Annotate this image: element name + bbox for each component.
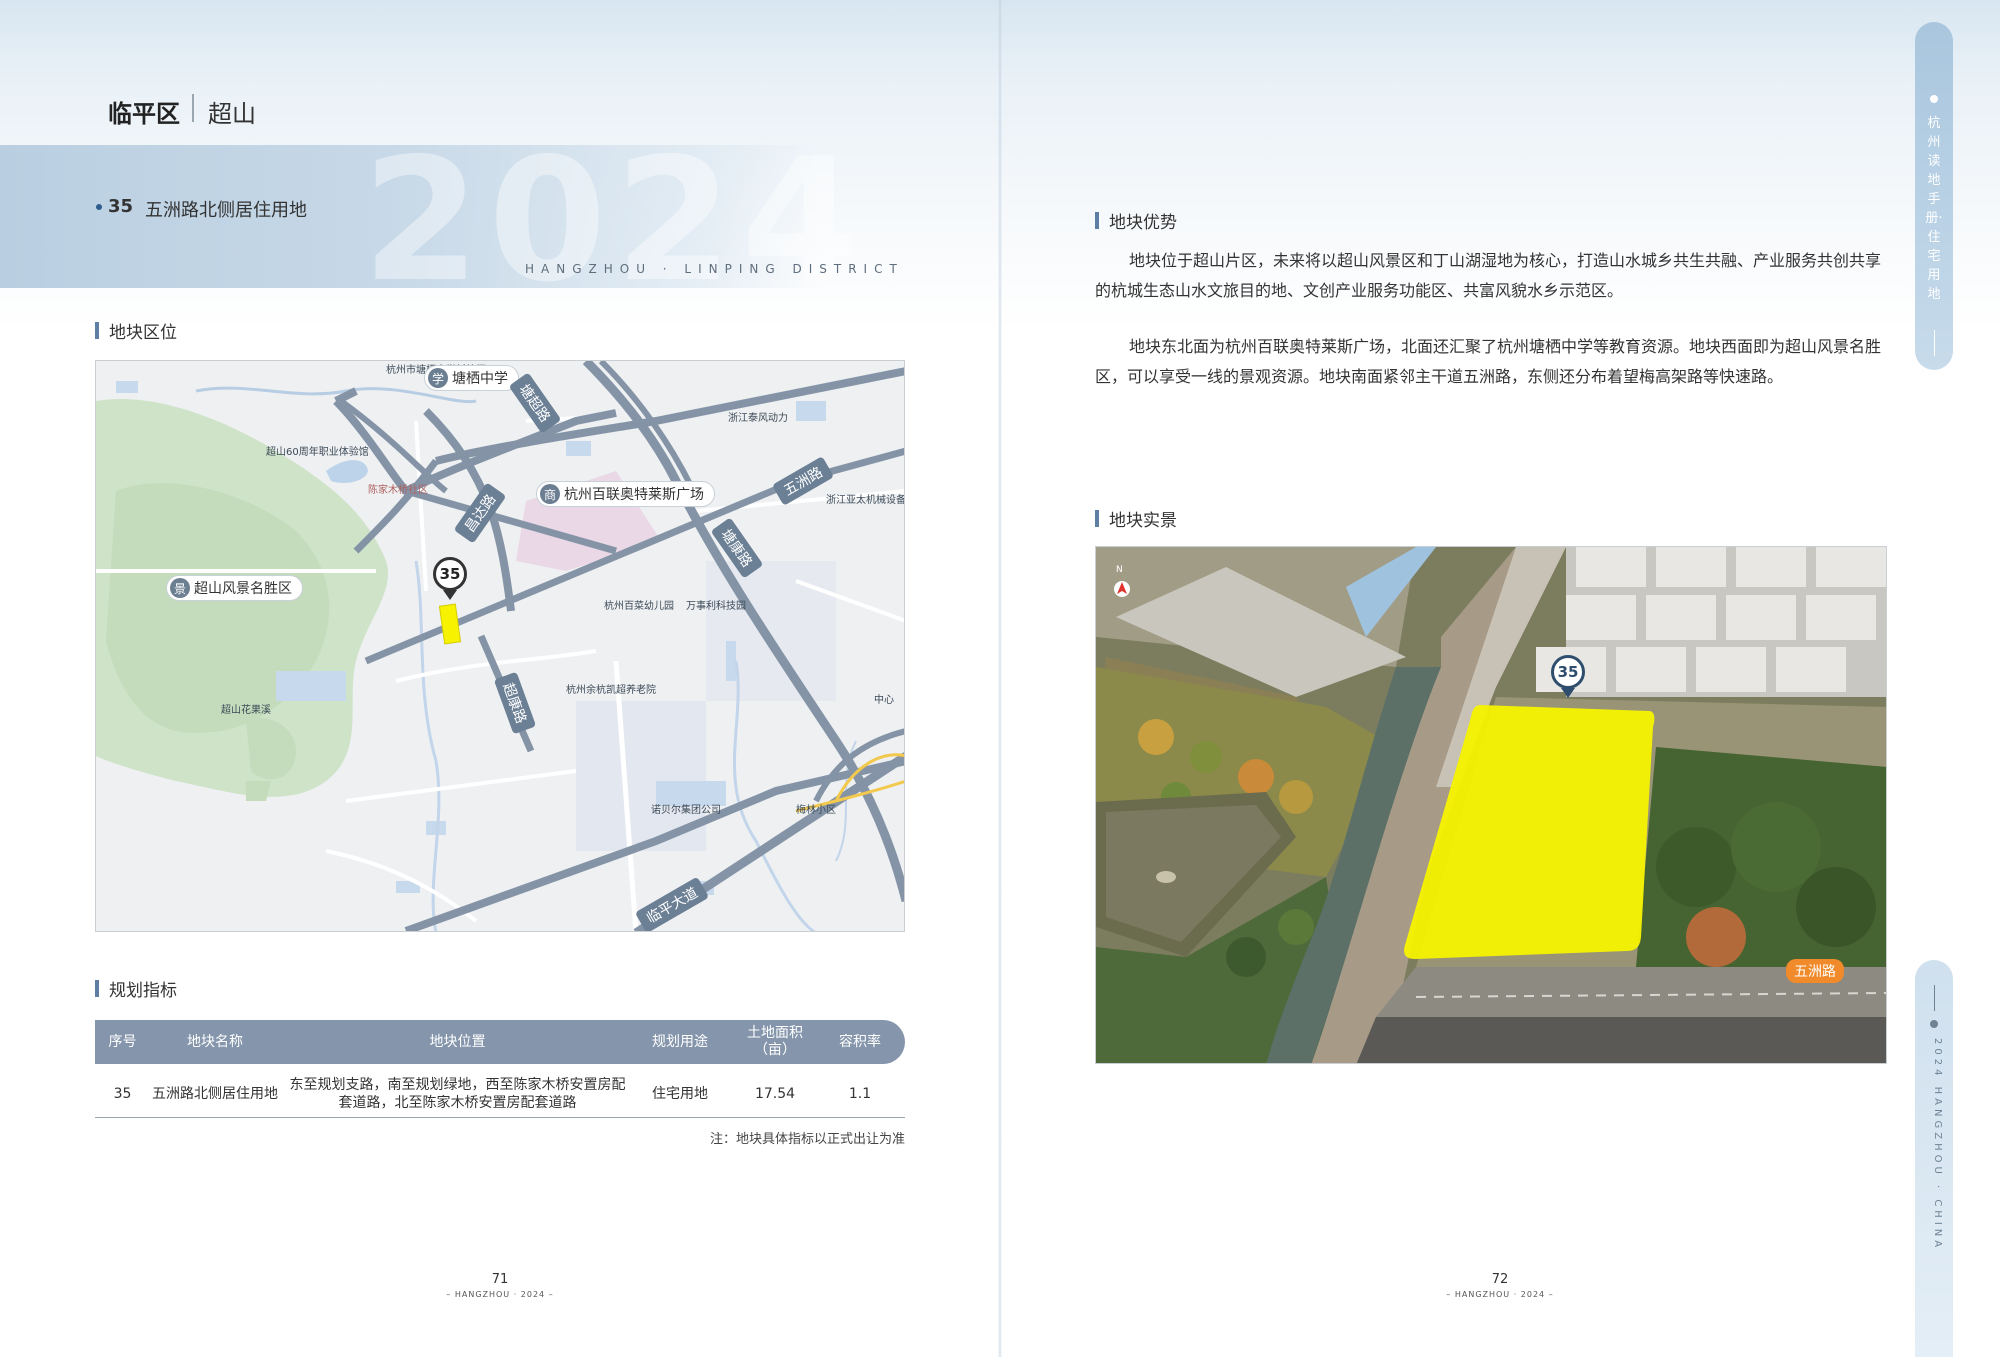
poi-label: 塘栖中学	[452, 371, 508, 387]
table-cell: 东至规划支路，南至规划绿地，西至陈家木桥安置房配套道路，北至陈家木桥安置房配套道…	[289, 1076, 626, 1111]
district-title: 临平区	[108, 100, 180, 128]
page-number-left: 71	[491, 1272, 509, 1287]
poi-label: 超山风景名胜区	[194, 581, 292, 597]
photo-lot-pin: 35	[1551, 655, 1585, 689]
map-label: 梅林小区	[796, 805, 836, 816]
section-title: 地块区位	[109, 323, 177, 343]
location-map: 杭州市塘栖中学新校区 超山60周年职业体验馆 陈家木桥社区 浙江泰风动力 浙江亚…	[95, 360, 905, 932]
title-divider	[192, 94, 194, 122]
section-bar-icon	[1095, 510, 1099, 527]
section-location: 地块区位	[95, 318, 177, 343]
poi-school[interactable]: 学 塘栖中学	[424, 365, 519, 391]
column-header: 容积率	[839, 1033, 881, 1050]
map-label: 诺贝尔集团公司	[651, 805, 721, 816]
banner-caption: HANGZHOU · LINPING DISTRICT	[525, 262, 904, 276]
school-icon: 学	[428, 368, 448, 388]
map-graphic	[96, 361, 904, 931]
section-advantages: 地块优势	[1095, 208, 1177, 233]
advantage-paragraph-1: 地块位于超山片区，未来将以超山风景区和丁山湖湿地为核心，打造山水城乡共生共融、产…	[1095, 251, 1882, 300]
table-cell: 住宅用地	[652, 1085, 708, 1102]
photo-pin-tail	[1561, 688, 1575, 698]
page-number-right: 72	[1491, 1272, 1509, 1287]
table-cell: 35	[113, 1085, 132, 1102]
brochure-spread: 临平区 超山 2024 HANGZHOU · LINPING DISTRICT …	[0, 0, 2000, 1357]
table-cell: 五洲路北侧居住用地	[152, 1085, 278, 1102]
side-tab-text: 杭州读地手册·住宅用地	[1925, 116, 1943, 302]
table-cell: 1.1	[848, 1085, 872, 1102]
lot-name: 五洲路北侧居住用地	[145, 200, 307, 221]
poi-scenic[interactable]: 景 超山风景名胜区	[166, 575, 303, 601]
section-bar-icon	[95, 322, 99, 339]
table-header: 序号 地块名称 地块位置 规划用途 土地面积 （亩） 容积率	[95, 1020, 905, 1064]
map-label: 万事利科技园	[686, 601, 746, 612]
section-photo: 地块实景	[1095, 506, 1177, 531]
section-title: 地块优势	[1109, 213, 1177, 233]
table-note: 注：地块具体指标以正式出让为准	[709, 1132, 905, 1147]
column-header: 规划用途	[652, 1033, 708, 1050]
column-header: 地块位置	[429, 1033, 486, 1050]
year-watermark: 2024	[362, 122, 868, 320]
compass-label: N	[1116, 565, 1123, 575]
column-header: 序号	[108, 1033, 137, 1050]
map-label: 超山花果溪	[221, 705, 271, 716]
tab-line	[1934, 330, 1935, 356]
bullet-icon	[96, 204, 102, 210]
photo-road-label: 五洲路	[1786, 959, 1844, 983]
page-footer-left: – HANGZHOU · 2024 –	[446, 1290, 554, 1299]
column-header: 土地面积 （亩）	[747, 1025, 803, 1058]
side-tab-text: 2024 HANGZHOU · CHINA	[1932, 1038, 1943, 1252]
advantage-paragraph-2: 地块东北面为杭州百联奥特莱斯广场，北面还汇聚了杭州塘栖中学等教育资源。地块西面即…	[1095, 337, 1882, 386]
map-label: 浙江亚太机械设备	[826, 495, 905, 506]
lot-number: 35	[108, 196, 134, 217]
poi-label: 杭州百联奥特莱斯广场	[564, 487, 704, 503]
tab-line	[1934, 985, 1935, 1011]
page-footer-right: – HANGZHOU · 2024 –	[1446, 1290, 1554, 1299]
section-bar-icon	[95, 980, 99, 997]
lot-pin-tail	[443, 590, 457, 600]
aerial-graphic	[1096, 547, 1886, 1063]
poi-mall[interactable]: 商 杭州百联奥特莱斯广场	[536, 481, 715, 507]
section-title: 地块实景	[1109, 511, 1177, 531]
map-label: 杭州百菜幼儿园	[604, 601, 674, 612]
page-fold	[998, 0, 1002, 1357]
section-bar-icon	[1095, 212, 1099, 229]
area-title: 超山	[208, 100, 256, 128]
table-cell: 17.54	[754, 1085, 796, 1102]
aerial-photo: N 35 五洲路	[1095, 546, 1887, 1064]
map-label: 陈家木桥社区	[368, 485, 428, 496]
map-label: 超山60周年职业体验馆	[266, 447, 369, 458]
shop-icon: 商	[540, 484, 560, 504]
lot-pin: 35	[433, 557, 467, 591]
scenic-icon: 景	[170, 578, 190, 598]
map-label: 杭州余杭凯超养老院	[566, 685, 656, 696]
table-bottom-rule	[95, 1117, 905, 1118]
map-label: 中心	[874, 695, 894, 706]
column-header: 地块名称	[187, 1033, 243, 1050]
section-planning: 规划指标	[95, 976, 177, 1001]
section-title: 规划指标	[109, 981, 177, 1001]
tab-dot-icon	[1930, 1020, 1938, 1028]
tab-dot-icon	[1930, 95, 1938, 103]
map-label: 浙江泰风动力	[728, 413, 788, 424]
